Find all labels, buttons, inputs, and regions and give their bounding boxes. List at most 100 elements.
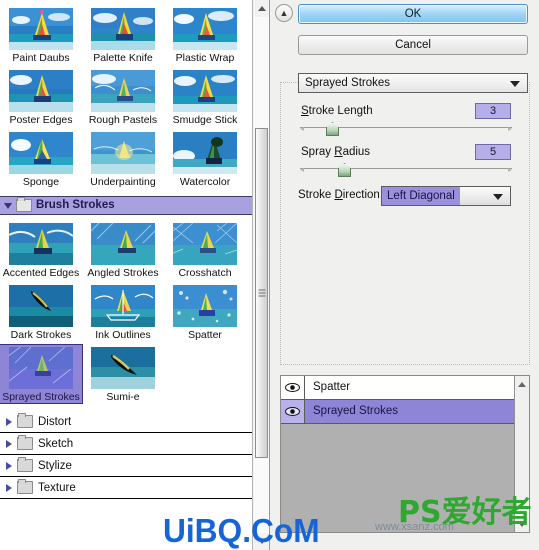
filter-item-label: Smudge Stick (172, 114, 238, 126)
filter-item-underpainting[interactable]: Underpainting (82, 130, 164, 188)
layer-name: Sprayed Strokes (305, 400, 529, 423)
slider-min-tick: ◂ (300, 124, 305, 133)
filter-item-label: Palette Knife (93, 52, 153, 64)
layer-row[interactable]: Spatter (281, 376, 529, 400)
slider-knob[interactable] (326, 122, 339, 136)
filter-controls-panel: ▲ OK Cancel Sprayed Strokes Stroke Lengt… (271, 0, 539, 550)
filter-item-plastic-wrap[interactable]: Plastic Wrap (164, 6, 246, 64)
slider-max-tick: ▸ (507, 124, 512, 133)
filter-item-spatter[interactable]: Spatter (164, 283, 246, 341)
filter-group-label: Texture (38, 481, 76, 494)
filter-select[interactable]: Sprayed Strokes (298, 73, 528, 93)
filter-item-label: Paint Daubs (12, 52, 70, 64)
filter-group-label: Stylize (38, 459, 72, 472)
filter-item-rough-pastels[interactable]: Rough Pastels (82, 68, 164, 126)
folder-open-icon (16, 197, 32, 212)
filter-group-texture[interactable]: Texture (0, 477, 252, 499)
filter-browser-scrollbar[interactable] (252, 0, 269, 550)
triangle-right-icon[interactable] (6, 461, 12, 470)
scroll-up-arrow[interactable] (515, 377, 529, 391)
triangle-right-icon[interactable] (6, 483, 12, 492)
scroll-up-arrow[interactable] (253, 0, 269, 17)
stroke-direction-label-rest: irection: (342, 189, 384, 201)
watermark-url: www.xsanz.com (375, 521, 454, 533)
chevron-down-icon[interactable] (493, 194, 503, 200)
filter-item-label: Spatter (188, 329, 222, 341)
scrollbar-thumb[interactable] (255, 128, 268, 458)
filter-item-smudge-stick[interactable]: Smudge Stick (164, 68, 246, 126)
scrollbar-grip (258, 288, 265, 299)
slider-track (300, 168, 512, 169)
folder-icon (17, 457, 33, 472)
filter-group-distort[interactable]: Distort (0, 411, 252, 433)
filter-item-label: Crosshatch (178, 267, 232, 279)
stroke-direction-value: Left Diagonal (382, 187, 460, 205)
stroke-direction-select[interactable]: Left Diagonal (381, 186, 511, 206)
filter-item-accented-edges[interactable]: Accented Edges (0, 221, 82, 279)
filter-item-paint-daubs[interactable]: Paint Daubs (0, 6, 82, 64)
filter-item-label: Ink Outlines (95, 329, 151, 341)
stroke-length-value[interactable]: 3 (475, 103, 511, 119)
filter-group-label: Distort (38, 415, 72, 428)
spray-radius-value[interactable]: 5 (475, 144, 511, 160)
filter-item-palette-knife[interactable]: Palette Knife (82, 6, 164, 64)
filter-item-label: Dark Strokes (10, 329, 72, 341)
triangle-right-icon[interactable] (6, 439, 12, 448)
filter-item-label: Sprayed Strokes (2, 391, 80, 403)
watermark-blue: UiBQ.CoM (163, 512, 320, 550)
triangle-right-icon[interactable] (6, 417, 12, 426)
filter-group-sketch[interactable]: Sketch (0, 433, 252, 455)
eye-icon[interactable] (281, 376, 305, 399)
filter-group-brush-strokes[interactable]: Brush Strokes (0, 196, 252, 215)
filter-thumbnail (91, 347, 155, 389)
filter-thumbnail (173, 285, 237, 327)
filter-item-label: Angled Strokes (87, 267, 159, 279)
filter-item-label: Sumi-e (106, 391, 140, 403)
chevron-down-icon[interactable] (510, 81, 520, 87)
stroke-length-label-rest: troke Length (308, 105, 373, 117)
filter-item-sprayed-strokes[interactable]: Sprayed Strokes (0, 344, 83, 404)
layer-row[interactable]: Sprayed Strokes (281, 400, 529, 424)
slider-min-tick: ◂ (300, 165, 305, 174)
stroke-length-label: Stroke Length (301, 105, 373, 117)
filter-thumbnail (9, 285, 73, 327)
filter-item-sponge[interactable]: Sponge (0, 130, 82, 188)
double-chevron-up-icon[interactable]: ▲ (275, 4, 293, 22)
filter-thumbnail (173, 70, 237, 112)
filter-thumbnail (91, 70, 155, 112)
ok-button[interactable]: OK (298, 4, 528, 24)
cancel-button[interactable]: Cancel (298, 35, 528, 55)
filter-item-dark-strokes[interactable]: Dark Strokes (0, 283, 82, 341)
filter-item-watercolor[interactable]: Watercolor (164, 130, 246, 188)
filter-item-label: Underpainting (90, 176, 156, 188)
triangle-down-icon[interactable] (4, 202, 12, 209)
watermark-blue-text: UiBQ.CoM (163, 512, 320, 549)
filter-item-label: Rough Pastels (88, 114, 158, 126)
filter-group-stylize[interactable]: Stylize (0, 455, 252, 477)
spray-radius-slider[interactable]: ◂ ▸ (300, 162, 512, 177)
folder-icon (17, 479, 33, 494)
stroke-length-slider[interactable]: ◂ ▸ (300, 121, 512, 136)
filter-item-poster-edges[interactable]: Poster Edges (0, 68, 82, 126)
filter-group-label: Brush Strokes (36, 199, 115, 211)
spray-radius-label-pre: Spray (301, 146, 335, 158)
filter-thumbnail (91, 8, 155, 50)
slider-knob[interactable] (338, 163, 351, 177)
folder-icon (17, 435, 33, 450)
filter-item-crosshatch[interactable]: Crosshatch (164, 221, 246, 279)
filter-thumbnail (91, 223, 155, 265)
filter-thumbnail (173, 223, 237, 265)
filter-item-label: Accented Edges (2, 267, 80, 279)
filter-thumbnail (173, 132, 237, 174)
artistic-filter-grid: Paint Daubs Palette Knife Plastic Wrap P… (0, 0, 252, 196)
eye-icon[interactable] (281, 400, 305, 423)
filter-item-angled-strokes[interactable]: Angled Strokes (82, 221, 164, 279)
filter-item-sumi-e[interactable]: Sumi-e (82, 345, 164, 403)
filter-item-ink-outlines[interactable]: Ink Outlines (82, 283, 164, 341)
filter-item-label: Sponge (22, 176, 60, 188)
spray-radius-label: Spray Radius (301, 146, 371, 158)
folder-icon (17, 413, 33, 428)
stroke-direction-label: Stroke Direction: (298, 189, 384, 201)
filter-browser-scroll-content: Paint Daubs Palette Knife Plastic Wrap P… (0, 0, 252, 550)
filter-thumbnail (91, 285, 155, 327)
